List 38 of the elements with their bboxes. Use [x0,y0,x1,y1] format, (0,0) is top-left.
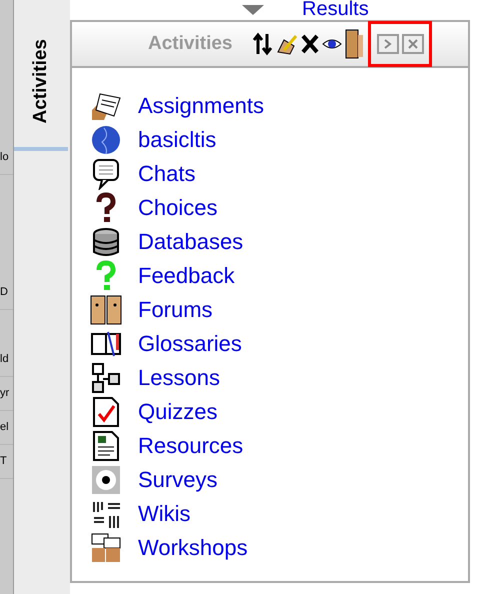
activity-link[interactable]: Forums [138,299,213,321]
cut-off-text: T [0,456,7,467]
speech-bubble-icon [90,158,122,190]
close-icon [408,39,418,49]
edit-pencil-icon[interactable] [276,32,298,56]
cut-off-text: el [0,422,9,433]
activity-link[interactable]: basicltis [138,129,216,151]
flowchart-icon [90,362,122,394]
people-icon [90,532,122,564]
activity-link[interactable]: Workshops [138,537,248,559]
activity-link[interactable]: Chats [138,163,196,185]
dropdown-arrow-icon[interactable] [242,5,264,15]
activity-link[interactable]: Choices [138,197,218,219]
checked-page-icon [90,396,122,428]
document-icon [90,430,122,462]
activity-link[interactable]: Wikis [138,503,191,525]
block-title: Activities [148,32,232,56]
activity-link[interactable]: Surveys [138,469,218,491]
activity-link[interactable]: Lessons [138,367,220,389]
target-icon [90,464,122,496]
activity-link[interactable]: Glossaries [138,333,242,355]
cut-off-text: yr [0,388,10,399]
chevron-right-icon [384,39,392,49]
cut-off-text: lo [0,152,9,163]
cut-off-text: D [0,287,8,298]
delete-icon[interactable] [300,33,320,55]
database-icon [90,226,122,258]
activity-link[interactable]: Quizzes [138,401,218,423]
results-link[interactable]: Results [302,0,369,18]
move-arrows-icon[interactable] [252,32,274,56]
close-button[interactable] [402,34,424,54]
activity-link[interactable]: Databases [138,231,244,253]
activity-link[interactable]: Feedback [138,265,235,287]
activity-link[interactable]: Resources [138,435,244,457]
cut-off-text: ld [0,354,9,365]
activity-link[interactable]: Assignments [138,95,264,117]
globe-icon [90,124,122,156]
dock-button[interactable] [376,34,399,54]
